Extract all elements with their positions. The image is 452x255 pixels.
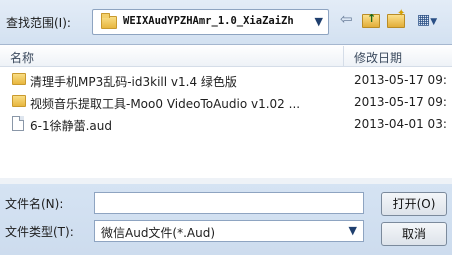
- lookin-bar: 查找范围(I): WEIXAudYPZHAmr_1.0_XiaZaiZh ▼ ⇦…: [0, 0, 452, 44]
- open-button[interactable]: 打开(O): [381, 192, 447, 216]
- lookin-dropdown[interactable]: WEIXAudYPZHAmr_1.0_XiaZaiZh ▼: [92, 9, 329, 35]
- lookin-label: 查找范围(I):: [6, 16, 71, 30]
- view-menu-icon[interactable]: ▦▼: [417, 12, 437, 32]
- file-list[interactable]: 名称 修改日期 清理手机MP3乱码-id3kill v1.4 绿色版 2013-…: [0, 44, 452, 185]
- list-item[interactable]: 视频音乐提取工具-Moo0 VideoToAudio v1.02 ... 201…: [0, 91, 452, 113]
- filename-label: 文件名(N):: [5, 197, 64, 211]
- column-header-name[interactable]: 名称: [10, 49, 34, 66]
- filetype-label: 文件类型(T):: [5, 225, 74, 239]
- up-folder-icon[interactable]: [362, 12, 380, 28]
- item-date: 2013-05-17 09:: [354, 95, 447, 109]
- lookin-value: WEIXAudYPZHAmr_1.0_XiaZaiZh: [123, 15, 294, 27]
- cancel-button[interactable]: 取消: [381, 222, 447, 246]
- item-name: 6-1徐静蕾.aud: [30, 119, 112, 133]
- item-date: 2013-04-01 03:: [354, 117, 447, 131]
- filetype-dropdown[interactable]: 微信Aud文件(*.Aud) ▼: [94, 220, 364, 242]
- filename-input[interactable]: [94, 192, 364, 214]
- file-controls: 文件名(N): 打开(O) 文件类型(T): 微信Aud文件(*.Aud) ▼ …: [0, 184, 452, 255]
- item-name: 视频音乐提取工具-Moo0 VideoToAudio v1.02 ...: [30, 97, 301, 111]
- item-date: 2013-05-17 09:: [354, 73, 447, 87]
- list-header: 名称 修改日期: [0, 45, 452, 67]
- new-folder-icon[interactable]: [387, 8, 405, 28]
- item-name: 清理手机MP3乱码-id3kill v1.4 绿色版: [30, 75, 237, 89]
- list-item[interactable]: 清理手机MP3乱码-id3kill v1.4 绿色版 2013-05-17 09…: [0, 69, 452, 91]
- column-divider[interactable]: [343, 46, 344, 66]
- filetype-value: 微信Aud文件(*.Aud): [101, 226, 216, 240]
- document-icon: [12, 116, 24, 131]
- back-arrow-icon[interactable]: ⇦: [340, 10, 353, 30]
- folder-icon: [12, 73, 26, 85]
- folder-icon: [12, 95, 26, 107]
- column-header-date[interactable]: 修改日期: [354, 49, 402, 66]
- chevron-down-icon: ▼: [348, 224, 357, 237]
- chevron-down-icon: ▼: [314, 15, 323, 28]
- list-item[interactable]: 6-1徐静蕾.aud 2013-04-01 03:: [0, 113, 452, 135]
- folder-icon: [101, 13, 117, 29]
